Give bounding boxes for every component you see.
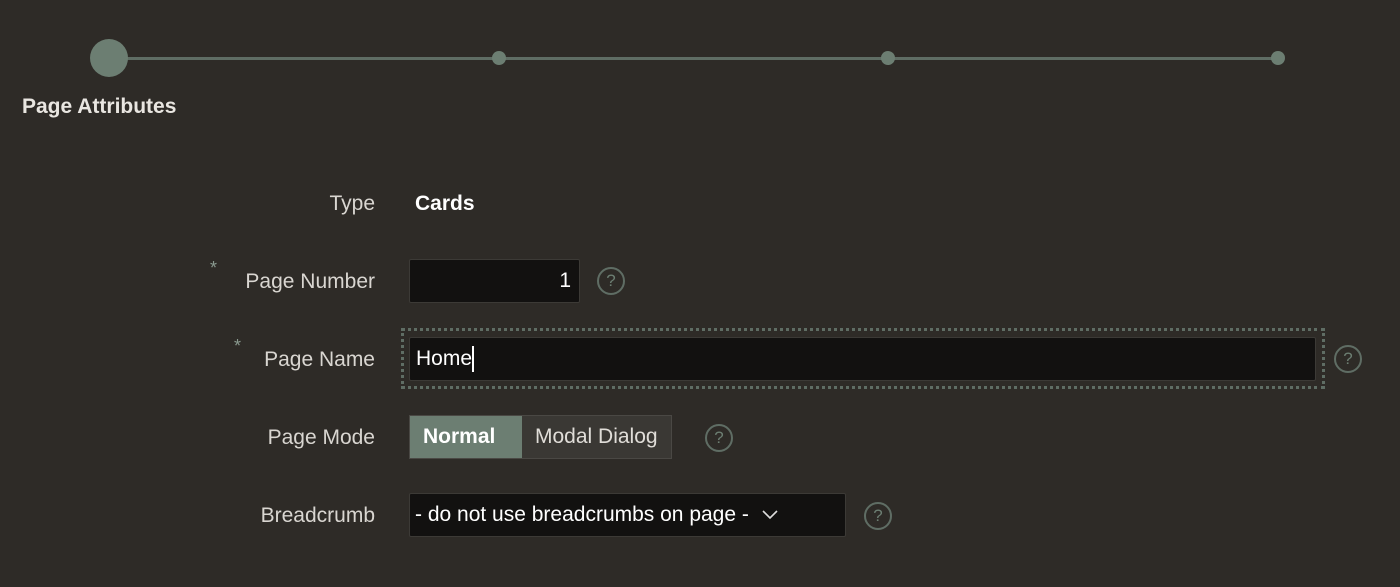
help-icon[interactable]: ? bbox=[864, 502, 892, 530]
chevron-down-icon bbox=[762, 510, 778, 520]
breadcrumb-value: - do not use breadcrumbs on page - bbox=[415, 503, 749, 526]
help-icon[interactable]: ? bbox=[597, 267, 625, 295]
page-number-label: Page Number bbox=[245, 270, 375, 293]
breadcrumb-label: Breadcrumb bbox=[260, 504, 375, 527]
wizard-step-1-marker[interactable] bbox=[90, 39, 128, 77]
help-icon[interactable]: ? bbox=[1334, 345, 1362, 373]
page-mode-label: Page Mode bbox=[267, 426, 375, 449]
page-number-input[interactable]: 1 bbox=[409, 259, 580, 303]
page-name-value: Home bbox=[416, 347, 473, 370]
page-mode-modal-dialog[interactable]: Modal Dialog bbox=[522, 416, 671, 458]
page-name-input[interactable]: Home bbox=[409, 337, 1316, 381]
wizard-step-4-marker[interactable] bbox=[1271, 51, 1285, 65]
wizard-step-2-marker[interactable] bbox=[492, 51, 506, 65]
breadcrumb-select[interactable]: - do not use breadcrumbs on page - bbox=[409, 493, 846, 537]
page-mode-normal[interactable]: Normal bbox=[410, 416, 522, 458]
wizard-step-label: Page Attributes bbox=[22, 95, 177, 118]
type-label: Type bbox=[329, 192, 375, 215]
type-value: Cards bbox=[415, 192, 475, 215]
wizard-progress-track bbox=[109, 57, 1279, 60]
help-icon[interactable]: ? bbox=[705, 424, 733, 452]
wizard-step-3-marker[interactable] bbox=[881, 51, 895, 65]
page-name-label: Page Name bbox=[264, 348, 375, 371]
page-number-value: 1 bbox=[559, 269, 571, 292]
page-mode-toggle[interactable]: Normal Modal Dialog bbox=[409, 415, 672, 459]
